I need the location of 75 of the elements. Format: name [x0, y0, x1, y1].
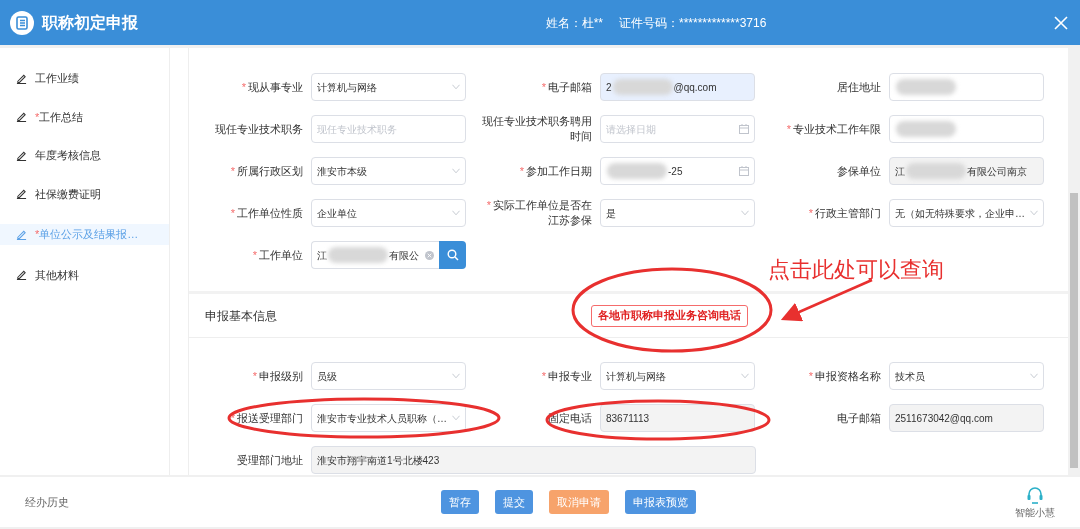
section-title: 申报基本信息 [205, 307, 278, 325]
input-field: 淮安市翔宇南道1号北楼423 [311, 446, 756, 474]
field-label: 电子邮箱 [836, 410, 881, 426]
chevron-down-icon [452, 415, 460, 421]
id-value: *************3716 [678, 15, 767, 30]
select-field[interactable]: 淮安市本级 [311, 157, 466, 185]
input-field: 2511673042@qq.com [889, 404, 1044, 432]
chevron-down-icon [452, 168, 460, 174]
window-title: 职称初定申报 [42, 12, 138, 33]
input-field[interactable]: 2 @qq.com [600, 73, 755, 101]
calendar-icon [739, 124, 749, 134]
input-field[interactable] [889, 73, 1044, 101]
calendar-icon [739, 166, 749, 176]
select-field[interactable]: 淮安市专业技术人员职称（… [311, 404, 466, 432]
close-icon[interactable] [1054, 15, 1068, 30]
consult-phone-button[interactable]: 各地市职称申报业务咨询电话 [591, 304, 748, 327]
chevron-down-icon [452, 84, 460, 90]
pencil-icon [16, 188, 27, 200]
pencil-icon [16, 228, 27, 240]
select-field[interactable]: 企业单位 [311, 199, 466, 227]
scrollbar[interactable] [1068, 48, 1080, 475]
search-button[interactable] [439, 241, 466, 269]
field-label: * 申报级别 [251, 368, 303, 384]
headset-icon[interactable] [1025, 484, 1045, 505]
input-field: 江 有限公司南京 [889, 157, 1044, 185]
field-label: 居住地址 [836, 79, 881, 95]
chevron-down-icon [452, 373, 460, 379]
sidebar-item[interactable]: 社保缴费证明 [16, 185, 169, 202]
date-field[interactable]: -25 [600, 157, 755, 185]
sidebar-item[interactable]: 工作业绩 [16, 70, 169, 87]
field-label: * 行政主管部门 [807, 205, 881, 221]
field-label: * 工作单位 [251, 247, 303, 263]
field-label: * 电子邮箱 [540, 79, 592, 95]
select-field[interactable]: 员级 [311, 362, 466, 390]
search-field[interactable]: 江 有限公 [311, 241, 439, 269]
field-label: * 所属行政区划 [229, 163, 303, 179]
search-icon [446, 249, 459, 261]
field-label: * 申报专业 [540, 368, 592, 384]
sidebar-item[interactable]: 其他材料 [16, 266, 169, 283]
name-value: 杜** [581, 15, 603, 30]
select-field[interactable]: 技术员 [889, 362, 1044, 390]
field-label: * 实际工作单位是否在江苏参保 [485, 198, 592, 228]
pencil-icon [16, 72, 27, 84]
sidebar-item[interactable]: 年度考核信息 [16, 147, 169, 164]
select-field[interactable]: 计算机与网络 [311, 73, 466, 101]
history-link[interactable]: 经办历史 [25, 493, 441, 511]
select-field[interactable]: 无（如无特殊要求，企业申… [889, 199, 1044, 227]
chevron-down-icon [1030, 373, 1038, 379]
clear-icon[interactable] [425, 250, 434, 260]
field-label: * 专业技术工作年限 [785, 121, 881, 137]
id-label: 证件号码： [618, 15, 679, 30]
annotation-text: 点击此处可以查询 [768, 256, 944, 284]
input-field[interactable] [889, 115, 1044, 143]
pencil-icon [16, 269, 27, 281]
input-field: 83671113 [600, 404, 755, 432]
chevron-down-icon [741, 373, 749, 379]
field-label: 受理部门地址 [236, 452, 303, 468]
select-field[interactable]: 是 [600, 199, 755, 227]
field-label: * 申报资格名称 [807, 368, 881, 384]
chevron-down-icon [452, 210, 460, 216]
sidebar-item[interactable]: *工作总结 [16, 108, 169, 125]
select-field[interactable]: 计算机与网络 [600, 362, 755, 390]
assistant-label[interactable]: 智能小慧 [1015, 504, 1055, 520]
field-label: 参保单位 [836, 163, 881, 179]
name-label: 姓名： [545, 15, 582, 30]
field-label: * 参加工作日期 [518, 163, 592, 179]
field-label: 现任专业技术职务聘用时间 [481, 114, 592, 144]
field-label: * 工作单位性质 [229, 205, 303, 221]
chevron-down-icon [1030, 210, 1038, 216]
pencil-icon [16, 149, 27, 161]
pencil-icon [16, 111, 27, 123]
document-icon [10, 10, 34, 35]
field-label: 现任专业技术职务 [214, 121, 303, 137]
field-label: * 现从事专业 [240, 79, 303, 95]
chevron-down-icon [741, 210, 749, 216]
